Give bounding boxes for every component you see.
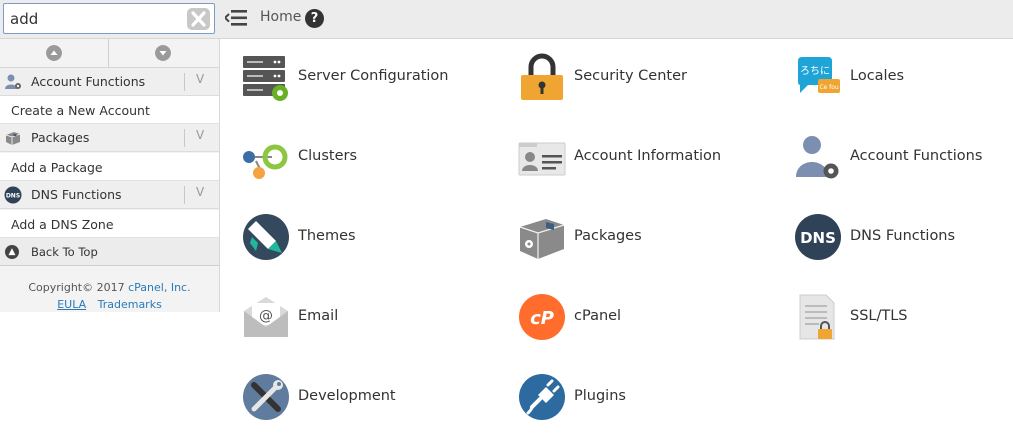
- sidebar-item-add-dns-zone[interactable]: Add a DNS Zone: [0, 210, 219, 238]
- tile-development[interactable]: Development: [242, 367, 512, 427]
- chevron-down-icon[interactable]: V: [196, 72, 204, 86]
- tile-packages[interactable]: Packages: [518, 207, 788, 267]
- themes-paint-icon: [243, 214, 289, 260]
- sidebar: Account Functions V Create a New Account…: [0, 39, 220, 312]
- search-box[interactable]: [3, 3, 215, 34]
- tile-label: Security Center: [574, 68, 687, 84]
- plugins-plug-icon: [519, 374, 565, 420]
- tile-plugins[interactable]: Plugins: [518, 367, 788, 427]
- chevron-down-icon[interactable]: V: [196, 128, 204, 142]
- tile-server-configuration[interactable]: Server Configuration: [242, 47, 512, 107]
- development-wrench-icon: [243, 374, 289, 420]
- back-to-top-button[interactable]: ▲ Back To Top: [0, 238, 219, 266]
- scroll-up-button[interactable]: [0, 39, 109, 67]
- divider: [184, 73, 185, 91]
- sidebar-item-label: Add a Package: [11, 160, 103, 175]
- eula-link[interactable]: EULA: [57, 298, 86, 311]
- down-arrow-icon: [155, 45, 171, 61]
- padlock-icon: [521, 53, 563, 100]
- help-icon[interactable]: ?: [305, 9, 324, 28]
- packages-box-icon: [519, 219, 565, 259]
- account-functions-icon: [5, 74, 21, 89]
- tile-label: Themes: [298, 228, 356, 244]
- tile-label: Plugins: [574, 388, 626, 404]
- packages-icon: [5, 132, 21, 145]
- sidebar-item-label: Create a New Account: [11, 103, 150, 118]
- tile-label: cPanel: [574, 308, 622, 324]
- scroll-down-button[interactable]: [109, 39, 217, 67]
- svg-text:ろちに: ろちに: [800, 65, 830, 77]
- sidebar-section-dns-functions[interactable]: DNS DNS Functions V: [0, 181, 219, 209]
- copyright: Copyright© 2017 cPanel, Inc.: [0, 281, 219, 294]
- sidebar-section-label: Packages: [31, 130, 90, 145]
- tile-label: Server Configuration: [298, 68, 449, 84]
- svg-text:DNS: DNS: [6, 193, 20, 200]
- tile-cpanel[interactable]: cP cPanel: [518, 287, 788, 347]
- collapse-menu-button[interactable]: [223, 8, 247, 28]
- sidebar-item-add-package[interactable]: Add a Package: [0, 153, 219, 181]
- tile-themes[interactable]: Themes: [242, 207, 512, 267]
- menu-collapse-icon: [223, 10, 247, 26]
- tile-clusters[interactable]: Clusters: [242, 127, 512, 187]
- tile-label: SSL/TLS: [850, 308, 908, 324]
- svg-text:Ce fou: Ce fou: [819, 84, 839, 91]
- tile-label: Development: [298, 388, 396, 404]
- svg-text:DNS: DNS: [800, 229, 836, 247]
- tile-dns-functions[interactable]: DNS DNS Functions: [794, 207, 1013, 267]
- tile-label: Account Information: [574, 148, 722, 164]
- tile-ssl-tls[interactable]: SSL/TLS: [794, 287, 1013, 347]
- clear-search-button[interactable]: [187, 8, 210, 30]
- up-arrow-icon: [46, 45, 62, 61]
- ssl-tls-certificate-icon: [799, 294, 835, 340]
- cpanel-logo-icon: cP: [519, 294, 565, 340]
- chevron-down-icon[interactable]: V: [196, 185, 204, 199]
- cpanel-link[interactable]: cPanel, Inc.: [128, 281, 190, 294]
- tile-email[interactable]: @ Email: [242, 287, 512, 347]
- top-bar: Home ?: [0, 0, 1013, 39]
- server-configuration-icon: [243, 56, 288, 101]
- svg-text:cP: cP: [530, 308, 554, 329]
- breadcrumb-home[interactable]: Home: [260, 9, 301, 25]
- tile-label: Locales: [850, 68, 905, 84]
- arrow-up-icon: ▲: [5, 245, 19, 259]
- copyright-text: Copyright© 2017: [28, 281, 129, 294]
- close-icon: [191, 11, 206, 27]
- tile-label: Packages: [574, 228, 642, 244]
- tile-label: DNS Functions: [850, 228, 956, 244]
- tile-label: Email: [298, 308, 339, 324]
- tile-account-information[interactable]: Account Information: [518, 127, 788, 187]
- sidebar-item-create-new-account[interactable]: Create a New Account: [0, 96, 219, 124]
- tile-security-center[interactable]: Security Center: [518, 47, 788, 107]
- dns-icon: DNS: [4, 186, 22, 204]
- email-envelope-icon: @: [244, 297, 288, 337]
- back-to-top-label: Back To Top: [31, 245, 98, 259]
- tile-label: Account Functions: [850, 148, 983, 164]
- clusters-icon: [243, 144, 288, 179]
- divider: [184, 186, 185, 204]
- tile-locales[interactable]: ろちに Ce fou Locales: [794, 47, 1013, 107]
- dns-icon: DNS: [795, 214, 841, 260]
- sidebar-section-label: Account Functions: [31, 74, 146, 89]
- legal-links: EULA Trademarks: [0, 298, 219, 311]
- search-input[interactable]: [10, 8, 180, 30]
- account-information-card-icon: [518, 142, 566, 176]
- locales-speech-bubble-icon: ろちに Ce fou: [798, 57, 840, 93]
- account-functions-user-gear-icon: [796, 136, 839, 179]
- sidebar-footer-area: [0, 312, 219, 446]
- svg-text:@: @: [259, 308, 273, 324]
- sidebar-section-label: DNS Functions: [31, 187, 122, 202]
- tile-label: Clusters: [298, 148, 358, 164]
- divider: [184, 129, 185, 147]
- sidebar-section-packages[interactable]: Packages V: [0, 124, 219, 152]
- tile-account-functions[interactable]: Account Functions: [794, 127, 1013, 187]
- sidebar-section-account-functions[interactable]: Account Functions V: [0, 68, 219, 96]
- sidebar-item-label: Add a DNS Zone: [11, 217, 114, 232]
- sidebar-nav-arrows: [0, 39, 219, 68]
- trademarks-link[interactable]: Trademarks: [98, 298, 162, 311]
